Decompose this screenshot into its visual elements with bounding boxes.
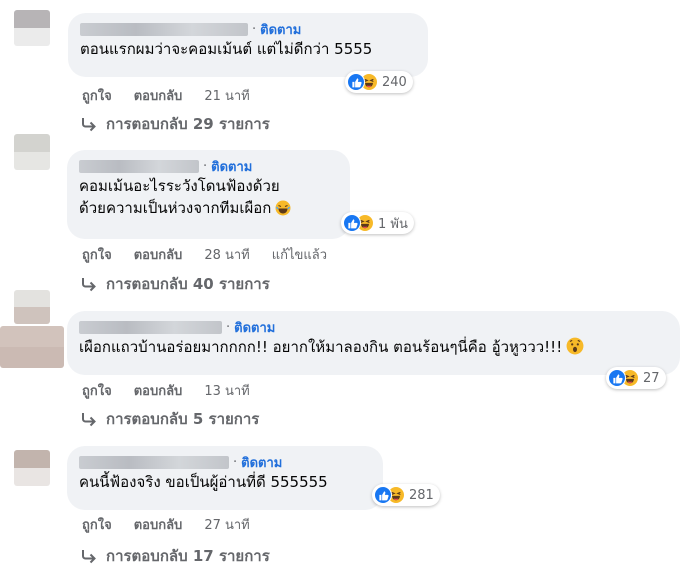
author-row: · ติดตาม (80, 20, 416, 38)
replies-label: การตอบกลับ 17 รายการ (106, 547, 270, 565)
avatar[interactable] (14, 290, 50, 324)
reaction-count: 27 (643, 370, 660, 386)
comment-text-line-2: ด้วยความเป็นห่วงจากทีมเผือก (79, 197, 338, 222)
like-button[interactable]: ถูกใจ (82, 244, 112, 265)
replies-label: การตอบกลับ 5 รายการ (106, 410, 260, 428)
avatar[interactable] (14, 134, 50, 170)
replies-label: การตอบกลับ 40 รายการ (106, 275, 270, 293)
surprised-emoji-icon (566, 337, 584, 361)
author-name-redacted[interactable] (79, 455, 229, 469)
like-reaction-icon (608, 369, 626, 387)
reaction-count: 240 (382, 74, 407, 90)
avatar[interactable] (14, 450, 50, 486)
like-reaction-icon (347, 73, 365, 91)
separator: · (252, 21, 257, 37)
comment-bubble: · ติดตาม คนนี้ฟ้องจริง ขอเป็นผู้อ่านที่ด… (67, 446, 383, 510)
like-button[interactable]: ถูกใจ (82, 85, 112, 106)
timestamp[interactable]: 13 นาที (204, 380, 249, 401)
reaction-summary[interactable]: 281 (372, 484, 440, 506)
timestamp[interactable]: 27 นาที (204, 514, 249, 535)
reply-arrow-icon (80, 548, 98, 564)
comment-bubble: · ติดตาม คอมเม้นอะไรระวังโดนฟ้องด้วย ด้ว… (67, 150, 350, 239)
reaction-summary[interactable]: 240 (345, 71, 413, 93)
timestamp[interactable]: 21 นาที (204, 85, 249, 106)
follow-button[interactable]: ติดตาม (234, 317, 275, 338)
author-name-redacted[interactable] (80, 22, 248, 36)
comment-text: ตอนแรกผมว่าจะคอมเม้นต์ แต่ไม่ดีกว่า 5555 (80, 40, 373, 58)
reply-button[interactable]: ตอบกลับ (134, 514, 183, 535)
follow-button[interactable]: ติดตาม (211, 156, 252, 177)
comment-actions: ถูกใจ ตอบกลับ 28 นาที แก้ไขแล้ว (82, 245, 327, 263)
like-reaction-icon (343, 214, 361, 232)
view-replies-link[interactable]: การตอบกลับ 17 รายการ (80, 546, 270, 566)
reply-arrow-icon (80, 116, 98, 132)
laughing-emoji-icon (275, 200, 291, 222)
view-replies-link[interactable]: การตอบกลับ 5 รายการ (80, 409, 259, 429)
like-button[interactable]: ถูกใจ (82, 380, 112, 401)
reply-button[interactable]: ตอบกลับ (134, 244, 183, 265)
reaction-count: 281 (409, 487, 434, 503)
comment-text: คนนี้ฟ้องจริง ขอเป็นผู้อ่านที่ดี 555555 (79, 473, 328, 491)
reply-button[interactable]: ตอบกลับ (134, 380, 183, 401)
avatar[interactable] (14, 10, 50, 46)
reply-arrow-icon (80, 276, 98, 292)
comment-bubble: · ติดตาม เผือกแถวบ้านอร่อยมากกกก!! อยากใ… (67, 311, 680, 375)
reaction-summary[interactable]: 1 พัน (341, 212, 414, 234)
comment-text: ด้วยความเป็นห่วงจากทีมเผือก (79, 199, 272, 217)
timestamp[interactable]: 28 นาที (204, 244, 249, 265)
avatar-lower (0, 326, 64, 368)
separator: · (203, 158, 208, 174)
separator: · (226, 319, 231, 335)
author-name-redacted[interactable] (79, 159, 199, 173)
comment-text-line: เผือกแถวบ้านอร่อยมากกกก!! อยากให้มาลองกิ… (79, 336, 668, 361)
author-row: · ติดตาม (79, 157, 338, 175)
separator: · (233, 454, 238, 470)
follow-button[interactable]: ติดตาม (241, 452, 282, 473)
comment-actions: ถูกใจ ตอบกลับ 21 นาที (82, 86, 272, 104)
author-name-redacted[interactable] (79, 320, 222, 334)
view-replies-link[interactable]: การตอบกลับ 40 รายการ (80, 274, 270, 294)
follow-button[interactable]: ติดตาม (260, 19, 301, 40)
reaction-count: 1 พัน (378, 216, 408, 232)
author-row: · ติดตาม (79, 318, 668, 336)
comment-actions: ถูกใจ ตอบกลับ 27 นาที (82, 515, 272, 533)
replies-label: การตอบกลับ 29 รายการ (106, 115, 270, 133)
comment-bubble: · ติดตาม ตอนแรกผมว่าจะคอมเม้นต์ แต่ไม่ดี… (68, 13, 428, 77)
reply-arrow-icon (80, 411, 98, 427)
comment-text-line-1: คอมเม้นอะไรระวังโดนฟ้องด้วย (79, 177, 280, 195)
author-row: · ติดตาม (79, 453, 371, 471)
like-button[interactable]: ถูกใจ (82, 514, 112, 535)
edited-label: แก้ไขแล้ว (271, 247, 328, 263)
comment-actions: ถูกใจ ตอบกลับ 13 นาที (82, 381, 272, 399)
reaction-summary[interactable]: 27 (606, 367, 666, 389)
view-replies-link[interactable]: การตอบกลับ 29 รายการ (80, 114, 270, 134)
like-reaction-icon (374, 486, 392, 504)
reply-button[interactable]: ตอบกลับ (134, 85, 183, 106)
comment-text: เผือกแถวบ้านอร่อยมากกกก!! อยากให้มาลองกิ… (79, 338, 563, 356)
